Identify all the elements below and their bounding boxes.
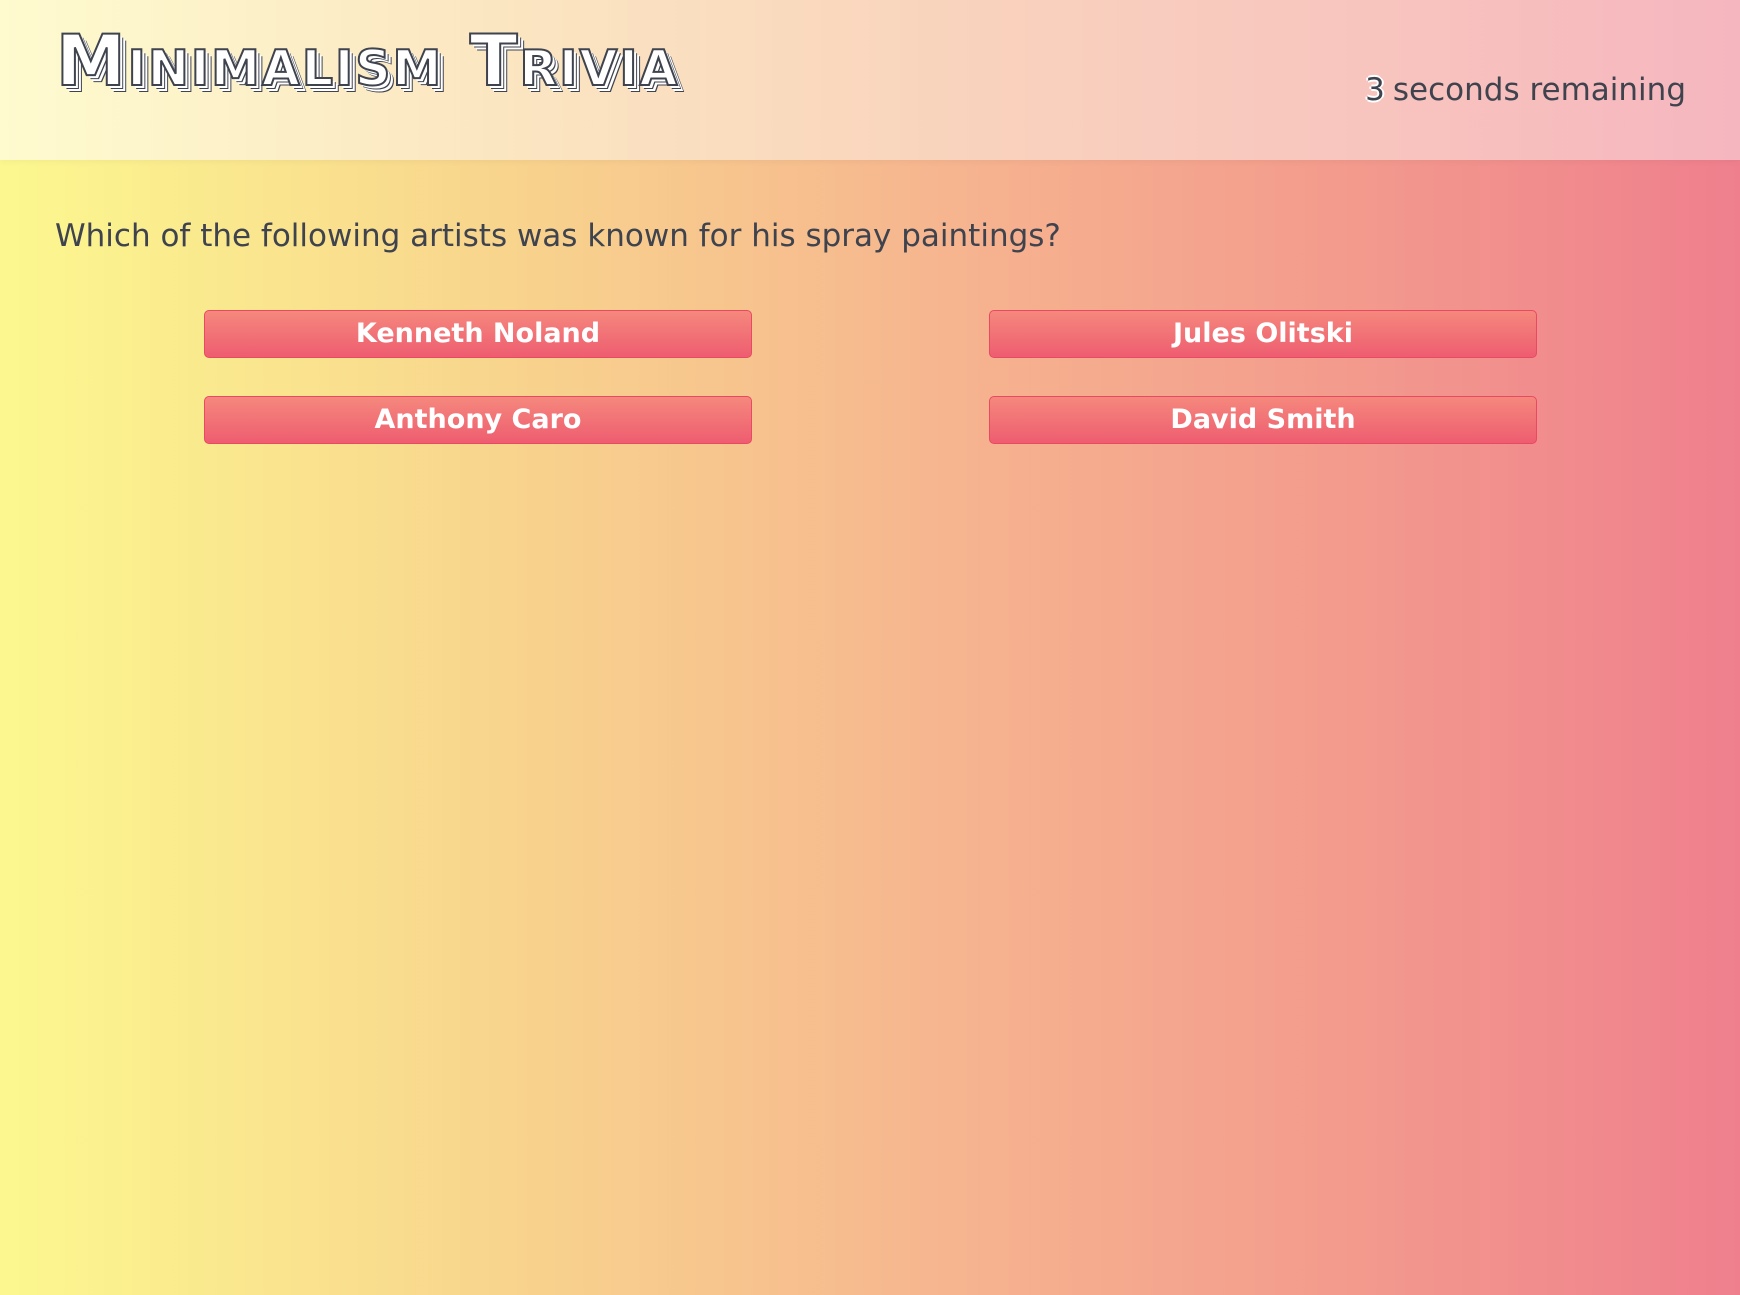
answer-button-anthony-caro[interactable]: Anthony Caro: [204, 396, 752, 444]
answer-button-kenneth-noland[interactable]: Kenneth Noland: [204, 310, 752, 358]
countdown-timer: 3 seconds remaining: [1365, 72, 1686, 108]
question-text: Which of the following artists was known…: [55, 218, 1061, 254]
header-bar: Minimalism Trivia 3 seconds remaining: [0, 0, 1740, 160]
answer-button-david-smith[interactable]: David Smith: [989, 396, 1537, 444]
timer-count: 3: [1365, 72, 1385, 108]
answer-button-jules-olitski[interactable]: Jules Olitski: [989, 310, 1537, 358]
timer-label: seconds remaining: [1392, 72, 1686, 108]
app-title: Minimalism Trivia: [55, 20, 680, 102]
